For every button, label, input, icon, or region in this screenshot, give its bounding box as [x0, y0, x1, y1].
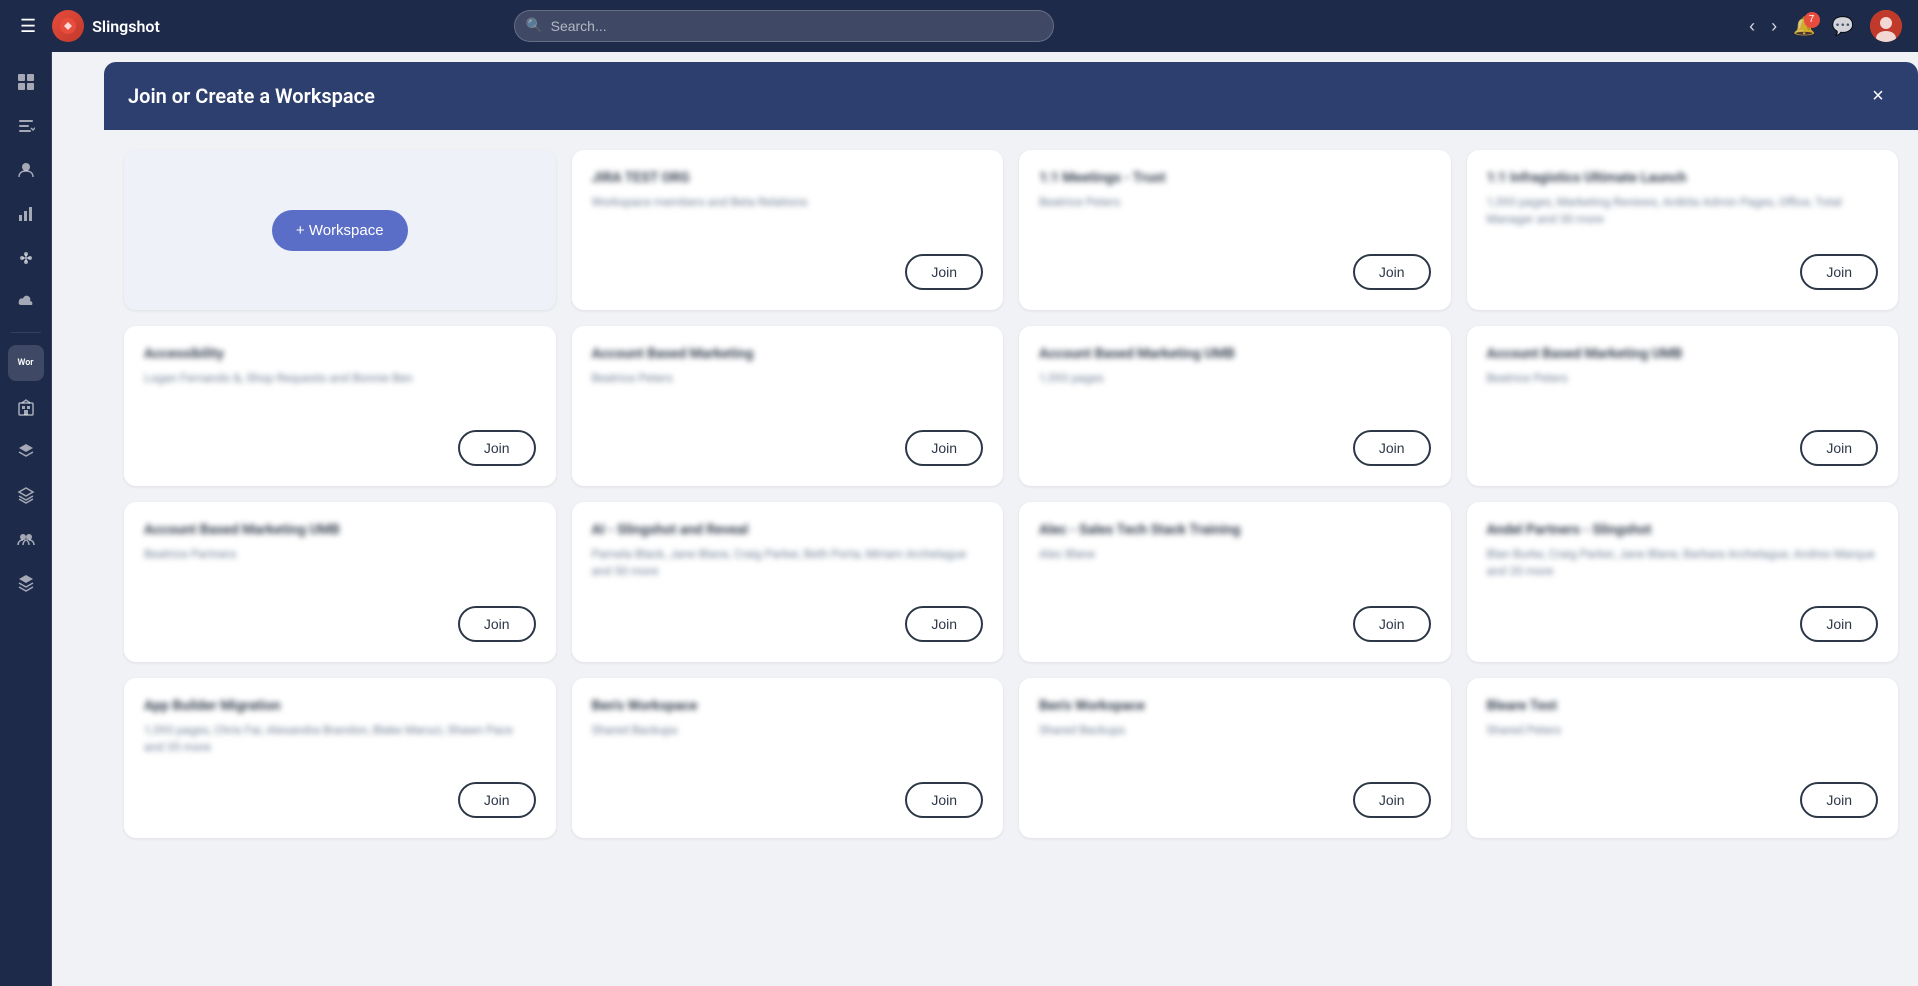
card-desc: Alec Blane: [1039, 546, 1431, 590]
card-title: Andel Partners - Slingshot: [1487, 522, 1879, 538]
card-desc: 1,593 pages: [1039, 370, 1431, 414]
join-button-bleare-test[interactable]: Join: [1800, 782, 1878, 818]
create-workspace-card: + Workspace: [124, 150, 556, 310]
workspace-card-accessibility: Accessibility Logan Fernando &, Shop Req…: [124, 326, 556, 486]
join-button-abm-umb3[interactable]: Join: [458, 606, 536, 642]
sidebar-item-layers3[interactable]: [8, 565, 44, 601]
back-button[interactable]: ‹: [1749, 16, 1755, 37]
card-title: Account Based Marketing UMB: [144, 522, 536, 538]
sidebar-item-buildings[interactable]: [8, 389, 44, 425]
join-button-jira-test[interactable]: Join: [905, 254, 983, 290]
topbar-right: ‹ › 🔔 7 💬: [1749, 10, 1902, 42]
join-button-anded-partners[interactable]: Join: [1800, 606, 1878, 642]
workspace-card-ai-slingshot: AI - Slingshot and Reveal Pamela Black, …: [572, 502, 1004, 662]
join-button-accessibility[interactable]: Join: [458, 430, 536, 466]
card-title: Accessibility: [144, 346, 536, 362]
workspace-card-abm-umb2: Account Based Marketing UMB Beatrice Pet…: [1467, 326, 1899, 486]
search-input[interactable]: [514, 10, 1054, 42]
card-desc: Beatrice Peters: [1039, 194, 1431, 238]
chat-button[interactable]: 💬: [1832, 16, 1854, 37]
card-title: 1:1 Infragistics Ultimate Launch: [1487, 170, 1879, 186]
sidebar-item-group[interactable]: [8, 521, 44, 557]
card-desc: 1,593 pages, Marketing Reviews, Anikita …: [1487, 194, 1879, 238]
card-desc: Logan Fernando &, Shop Requests and Bonn…: [144, 370, 536, 414]
main-layout: Wor: [0, 52, 1918, 986]
modal-title: Join or Create a Workspace: [128, 84, 375, 108]
card-title: Ben's Workspace: [592, 698, 984, 714]
card-title: 1:1 Meetings - Trust: [1039, 170, 1431, 186]
sidebar-divider-1: [11, 332, 41, 333]
card-title: Bleare Test: [1487, 698, 1879, 714]
topbar: ☰ Slingshot 🔍 ‹ › 🔔 7 💬: [0, 0, 1918, 52]
forward-button[interactable]: ›: [1771, 16, 1777, 37]
card-title: Account Based Marketing UMB: [1039, 346, 1431, 362]
workspace-card-bleare-test: Bleare Test Shared Peters Join: [1467, 678, 1899, 838]
card-desc: Workspace members and Beta Relations: [592, 194, 984, 238]
workspace-card-abm-umb3: Account Based Marketing UMB Beatrice Par…: [124, 502, 556, 662]
logo-icon: [52, 10, 84, 42]
join-button-alec-sales[interactable]: Join: [1353, 606, 1431, 642]
join-button-infragistics[interactable]: Join: [1800, 254, 1878, 290]
sidebar-item-analytics[interactable]: [8, 196, 44, 232]
app-name: Slingshot: [92, 17, 160, 36]
workspace-card-11-meetings: 1:1 Meetings - Trust Beatrice Peters Joi…: [1019, 150, 1451, 310]
card-desc: Beatrice Peters: [592, 370, 984, 414]
notifications-button[interactable]: 🔔 7: [1793, 16, 1815, 37]
card-desc: Shared Backups: [592, 722, 984, 766]
card-desc: Blan Burke, Craig Parker, Jane Blane, Ba…: [1487, 546, 1879, 590]
modal: Join or Create a Workspace × + Workspace…: [104, 62, 1918, 986]
card-title: App Builder Migration: [144, 698, 536, 714]
workspace-card-jira-test: JIRA TEST ORG Workspace members and Beta…: [572, 150, 1004, 310]
sidebar-item-layers1[interactable]: [8, 433, 44, 469]
sidebar: Wor: [0, 52, 52, 986]
card-title: AI - Slingshot and Reveal: [592, 522, 984, 538]
modal-close-button[interactable]: ×: [1862, 80, 1894, 112]
workspace-card-app-builder: App Builder Migration 1,593 pages, Chris…: [124, 678, 556, 838]
search-bar: 🔍: [514, 10, 1054, 42]
search-icon: 🔍: [526, 18, 543, 34]
workspace-card-anded-partners: Andel Partners - Slingshot Blan Burke, C…: [1467, 502, 1899, 662]
sidebar-item-cloud[interactable]: [8, 284, 44, 320]
notification-badge: 7: [1804, 12, 1820, 28]
avatar[interactable]: [1870, 10, 1902, 42]
card-title: Alec - Sales Tech Stack Training: [1039, 522, 1431, 538]
sidebar-item-home[interactable]: [8, 64, 44, 100]
card-desc: Shared Peters: [1487, 722, 1879, 766]
workspace-card-infragistics: 1:1 Infragistics Ultimate Launch 1,593 p…: [1467, 150, 1899, 310]
create-workspace-button[interactable]: + Workspace: [272, 210, 408, 251]
workspace-card-ben-workspace2: Ben's Workspace Shared Backups Join: [1019, 678, 1451, 838]
hamburger-button[interactable]: ☰: [16, 12, 40, 41]
content-area: Join or Create a Workspace × + Workspace…: [52, 52, 1918, 986]
card-desc: Beatrice Peters: [1487, 370, 1879, 414]
sidebar-item-tasks[interactable]: [8, 108, 44, 144]
card-title: Ben's Workspace: [1039, 698, 1431, 714]
join-button-app-builder[interactable]: Join: [458, 782, 536, 818]
workspace-card-alec-sales: Alec - Sales Tech Stack Training Alec Bl…: [1019, 502, 1451, 662]
join-button-abm[interactable]: Join: [905, 430, 983, 466]
card-title: JIRA TEST ORG: [592, 170, 984, 186]
workspace-card-abm-umb: Account Based Marketing UMB 1,593 pages …: [1019, 326, 1451, 486]
join-button-ben-workspace[interactable]: Join: [905, 782, 983, 818]
modal-header: Join or Create a Workspace ×: [104, 62, 1918, 130]
join-button-abm-umb[interactable]: Join: [1353, 430, 1431, 466]
workspace-card-ben-workspace: Ben's Workspace Shared Backups Join: [572, 678, 1004, 838]
app-logo: Slingshot: [52, 10, 160, 42]
join-button-abm-umb2[interactable]: Join: [1800, 430, 1878, 466]
join-button-ben-workspace2[interactable]: Join: [1353, 782, 1431, 818]
join-button-11-meetings[interactable]: Join: [1353, 254, 1431, 290]
card-desc: Shared Backups: [1039, 722, 1431, 766]
sidebar-item-people[interactable]: [8, 152, 44, 188]
sidebar-item-workspace[interactable]: Wor: [8, 345, 44, 381]
workspace-card-abm: Account Based Marketing Beatrice Peters …: [572, 326, 1004, 486]
card-desc: Pamela Black, Jane Blane, Craig Parker, …: [592, 546, 984, 590]
sidebar-item-integrations[interactable]: [8, 240, 44, 276]
workspace-grid: + Workspace JIRA TEST ORG Workspace memb…: [124, 150, 1898, 838]
card-desc: Beatrice Partners: [144, 546, 536, 590]
modal-body[interactable]: + Workspace JIRA TEST ORG Workspace memb…: [104, 130, 1918, 986]
join-button-ai-slingshot[interactable]: Join: [905, 606, 983, 642]
card-desc: 1,593 pages, Chris Far, Alexandra Brando…: [144, 722, 536, 766]
card-title: Account Based Marketing UMB: [1487, 346, 1879, 362]
card-title: Account Based Marketing: [592, 346, 984, 362]
sidebar-item-layers2[interactable]: [8, 477, 44, 513]
